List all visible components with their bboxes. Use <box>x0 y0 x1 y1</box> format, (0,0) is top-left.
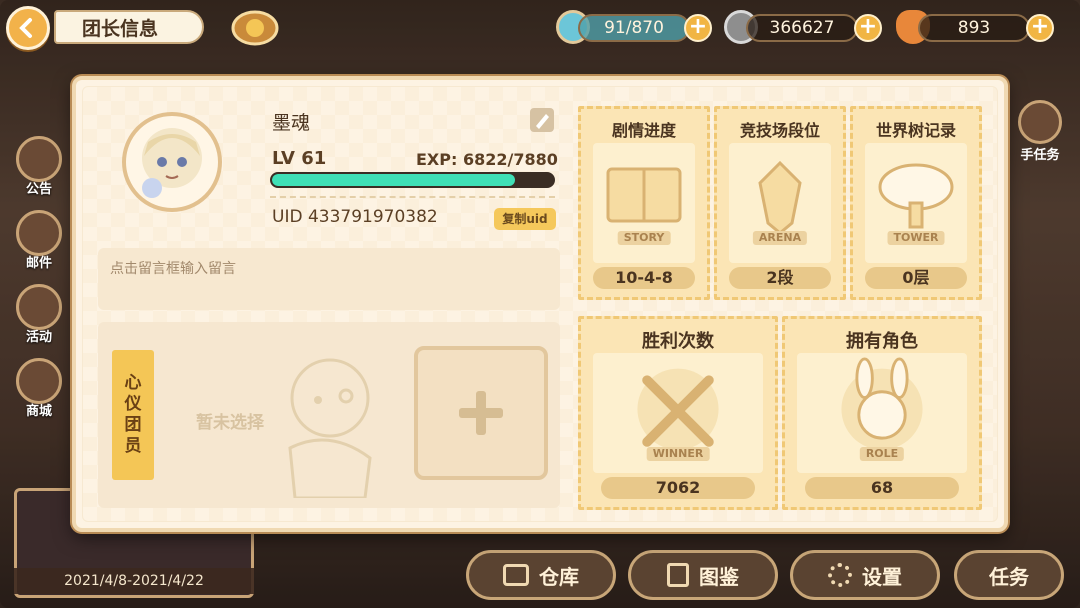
chibi-portrait-icon <box>142 128 202 198</box>
tasks-label: 任务 <box>989 564 1029 589</box>
tag-char: 心 <box>124 373 142 393</box>
roles-value: 68 <box>805 477 959 499</box>
add-member-button[interactable] <box>414 346 548 480</box>
tower-label: TOWER <box>887 231 945 245</box>
sidebar-label: 邮件 <box>25 256 52 271</box>
book-art <box>606 167 682 223</box>
sidebar-item-notice[interactable]: 公告 <box>14 136 64 204</box>
plus-icon <box>459 391 503 435</box>
megaphone-icon <box>16 136 62 182</box>
player-exp: EXP: 6822/7880 <box>416 150 558 169</box>
favorite-member-tag: 心 仪 团 员 <box>112 350 154 480</box>
stamina-counter: 91/870 <box>578 14 690 42</box>
tower-card[interactable]: 世界树记录 TOWER 0层 <box>850 106 982 300</box>
sidebar-label: 活动 <box>25 330 52 345</box>
message-placeholder: 点击留言框输入留言 <box>110 261 236 277</box>
tag-char: 员 <box>124 436 142 456</box>
add-stamina-button[interactable]: + <box>684 14 712 42</box>
collection-button[interactable]: 图鉴 <box>628 550 778 600</box>
avatar[interactable] <box>122 112 222 212</box>
book-icon: STORY <box>593 143 695 263</box>
mail-icon <box>16 210 62 256</box>
story-title: 剧情进度 <box>611 121 676 140</box>
tower-title: 世界树记录 <box>875 121 956 140</box>
not-selected-text: 暂未选择 <box>196 413 264 433</box>
balloon-icon <box>16 284 62 330</box>
arena-label: ARENA <box>752 231 808 245</box>
wins-value: 7062 <box>601 477 755 499</box>
gear-icon <box>828 563 852 587</box>
tree-icon: TOWER <box>865 143 967 263</box>
settings-label: 设置 <box>862 564 902 589</box>
event-date: 2021/4/8-2021/4/22 <box>14 568 254 594</box>
arena-value: 2段 <box>729 267 831 289</box>
tree-art <box>878 163 954 229</box>
warehouse-label: 仓库 <box>539 564 579 589</box>
tag-char: 团 <box>124 415 142 435</box>
page-title-text: 团长信息 <box>82 17 159 40</box>
tasks-button[interactable]: 任务 <box>954 550 1064 600</box>
placeholder-character-icon <box>288 358 372 498</box>
wins-title: 胜利次数 <box>642 331 714 352</box>
story-label: STORY <box>617 231 671 245</box>
pencil-icon <box>536 114 549 129</box>
top-bar: 团长信息 91/870 + 366627 + 893 + <box>0 0 1080 56</box>
story-value: 10-4-8 <box>593 267 695 289</box>
warehouse-button[interactable]: 仓库 <box>466 550 616 600</box>
edit-name-icon[interactable] <box>530 108 554 132</box>
roles-card[interactable]: 拥有角色 ROLE 68 <box>782 316 982 510</box>
chest-icon <box>503 564 529 586</box>
add-coin-button[interactable]: + <box>854 14 882 42</box>
crossed-swords-icon: WINNER <box>593 353 763 473</box>
sprout-icon <box>1018 100 1062 144</box>
exp-bar-fill <box>272 174 516 186</box>
player-uid: UID 433791970382 <box>272 207 438 227</box>
carrot-counter: 893 <box>918 14 1030 42</box>
sidebar-item-event[interactable]: 活动 <box>14 284 64 352</box>
album-icon <box>667 563 689 587</box>
wins-label: WINNER <box>646 447 710 461</box>
story-card[interactable]: 剧情进度 STORY 10-4-8 <box>578 106 710 300</box>
tag-char: 仪 <box>124 394 142 414</box>
exp-bar <box>270 172 555 188</box>
wins-card[interactable]: 胜利次数 WINNER 7062 <box>578 316 778 510</box>
bunny-girl-icon: ROLE <box>797 353 967 473</box>
sidebar-item-shop[interactable]: 商城 <box>14 358 64 426</box>
roles-label: ROLE <box>859 447 905 461</box>
right-hint-label: 手任务 <box>1020 148 1060 163</box>
back-arrow-icon <box>19 18 32 38</box>
phoenix-icon: ARENA <box>729 143 831 263</box>
coin-value: 366627 <box>769 18 835 38</box>
back-button[interactable] <box>6 6 50 50</box>
settings-button[interactable]: 设置 <box>790 550 940 600</box>
shop-icon <box>16 358 62 404</box>
add-carrot-button[interactable]: + <box>1026 14 1054 42</box>
sidebar-label: 公告 <box>25 182 52 197</box>
tower-value: 0层 <box>865 267 967 289</box>
coin-counter: 366627 <box>746 14 858 42</box>
guild-emblem-icon[interactable] <box>230 6 280 50</box>
player-name: 墨魂 <box>272 112 311 134</box>
phoenix-art <box>758 160 802 235</box>
divider <box>270 196 555 198</box>
arena-card[interactable]: 竞技场段位 ARENA 2段 <box>714 106 846 300</box>
copy-uid-button[interactable]: 复制uid <box>494 208 556 230</box>
stamina-value: 91/870 <box>604 18 664 38</box>
sidebar-label: 商城 <box>25 404 52 419</box>
page-title: 团长信息 <box>54 10 204 44</box>
carrot-value: 893 <box>957 18 991 38</box>
arena-title: 竞技场段位 <box>739 121 820 140</box>
sidebar-item-mail[interactable]: 邮件 <box>14 210 64 278</box>
collection-label: 图鉴 <box>699 564 739 589</box>
roles-title: 拥有角色 <box>846 331 918 352</box>
player-level: LV 61 <box>272 148 327 169</box>
right-task-hint[interactable]: 手任务 <box>1010 100 1070 180</box>
message-input[interactable]: 点击留言框输入留言 <box>98 248 560 310</box>
